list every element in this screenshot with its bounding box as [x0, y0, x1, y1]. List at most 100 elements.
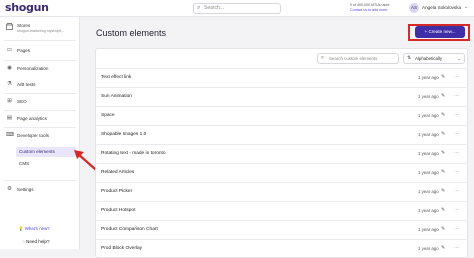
usage-info: 0 of 400,000 MTUs used Contact us to add…: [350, 3, 389, 13]
sidebar: Stores shogun-marketing.myshopif... ▭ Pa…: [0, 17, 80, 249]
need-help-button[interactable]: ◌ Need help?: [22, 239, 50, 244]
more-icon[interactable]: ⋯: [454, 93, 459, 99]
updated-date: 1 year ago: [418, 227, 439, 232]
more-icon[interactable]: ⋯: [454, 131, 459, 137]
sidebar-item-label: Settings: [17, 187, 34, 192]
divider: [4, 110, 76, 111]
whats-new-label: What's new?: [24, 226, 50, 231]
element-name[interactable]: Space: [101, 113, 115, 118]
updated-date: 1 year ago: [418, 170, 439, 175]
sidebar-item-ab-tests[interactable]: ⚗ A/B tests: [0, 80, 80, 90]
lightbulb-icon: 💡: [18, 226, 24, 231]
code-icon: ⌨: [6, 132, 14, 138]
search-icon: ⌕: [197, 5, 201, 11]
user-name[interactable]: Angela Sokolovska: [422, 5, 461, 10]
sidebar-item-label: Pages: [17, 48, 31, 53]
sidebar-item-label: Developer tools: [17, 133, 49, 138]
edit-icon[interactable]: ✎: [441, 150, 445, 156]
table-row[interactable]: Product Comparison Chart 1 year ago ✎ ⋯: [96, 220, 467, 239]
divider: [4, 60, 76, 61]
edit-icon[interactable]: ✎: [441, 207, 445, 213]
more-icon[interactable]: ⋯: [454, 226, 459, 232]
edit-icon[interactable]: ✎: [441, 131, 445, 137]
edit-icon[interactable]: ✎: [441, 245, 445, 251]
divider: [4, 93, 76, 94]
edit-icon[interactable]: ✎: [441, 93, 445, 99]
table-row[interactable]: Rotating text - made in toronto 1 year ag…: [96, 144, 467, 163]
updated-date: 1 year ago: [418, 208, 439, 213]
search-placeholder: Search custom elements: [329, 56, 378, 61]
global-search-input[interactable]: ⌕ Search...: [193, 3, 281, 14]
store-label[interactable]: Stores: [17, 23, 30, 28]
edit-icon[interactable]: ✎: [441, 188, 445, 194]
element-name[interactable]: Product Picker: [101, 189, 132, 194]
element-name[interactable]: Shopable Images 1.0: [101, 132, 146, 137]
table-row[interactable]: Product Picker 1 year ago ✎ ⋯: [96, 182, 467, 201]
more-icon[interactable]: ⋯: [454, 112, 459, 118]
sidebar-item-pages[interactable]: ▭ Pages: [0, 46, 80, 56]
sort-icon: ⇅: [407, 55, 412, 61]
analytics-icon: ▤: [6, 115, 13, 121]
element-name[interactable]: Text effect link: [101, 75, 131, 80]
element-name[interactable]: Product Hotspot: [101, 208, 135, 213]
top-bar: shogun ⌕ Search... 0 of 400,000 MTUs use…: [0, 0, 474, 17]
table-row[interactable]: Related Articles 1 year ago ✎ ⋯: [96, 163, 467, 182]
sort-select[interactable]: ⇅ Alphabetically ⌄: [403, 53, 465, 64]
element-name[interactable]: Rotating text - made in toronto: [101, 151, 166, 156]
sidebar-item-label: A/B tests: [17, 82, 36, 87]
element-name[interactable]: Product Comparison Chart: [101, 227, 158, 232]
contact-link[interactable]: Contact us to add more: [350, 8, 389, 13]
chevron-down-icon[interactable]: ⌄: [464, 4, 468, 10]
annotation-highlight-box: [408, 24, 470, 41]
edit-icon[interactable]: ✎: [441, 112, 445, 118]
store-name[interactable]: shogun-marketing.myshopif...: [17, 29, 64, 33]
search-icon: ⌕: [321, 55, 325, 61]
shogun-logo[interactable]: shogun: [5, 1, 49, 14]
sidebar-item-personalization[interactable]: ◉ Personalization: [0, 64, 80, 74]
table-row[interactable]: Sun Animation 1 year ago ✎ ⋯: [96, 87, 467, 106]
updated-date: 1 year ago: [418, 94, 439, 99]
seo-icon: ⊞: [7, 98, 12, 104]
table-row[interactable]: Shopable Images 1.0 1 year ago ✎ ⋯: [96, 125, 467, 144]
more-icon[interactable]: ⋯: [454, 150, 459, 156]
sort-label: Alphabetically: [415, 56, 443, 61]
sidebar-item-label: SEO: [17, 99, 27, 104]
more-icon[interactable]: ⋯: [454, 207, 459, 213]
edit-icon[interactable]: ✎: [441, 169, 445, 175]
element-name[interactable]: Sun Animation: [101, 94, 132, 99]
updated-date: 1 year ago: [418, 132, 439, 137]
updated-date: 1 year ago: [418, 75, 439, 80]
divider: [4, 127, 76, 128]
gear-icon: ⚙: [7, 186, 12, 192]
element-name[interactable]: Related Articles: [101, 170, 134, 175]
table-row[interactable]: Space 1 year ago ✎ ⋯: [96, 106, 467, 125]
sidebar-item-page-analytics[interactable]: ▤ Page analytics: [0, 114, 80, 124]
edit-icon[interactable]: ✎: [441, 74, 445, 80]
edit-icon[interactable]: ✎: [441, 226, 445, 232]
more-icon[interactable]: ⋯: [454, 169, 459, 175]
updated-date: 1 year ago: [418, 189, 439, 194]
whats-new-link[interactable]: 💡 What's new?: [18, 226, 50, 232]
custom-elements-table: ⌕ Search custom elements ⇅ Alphabeticall…: [95, 48, 468, 258]
avatar[interactable]: AS: [409, 3, 419, 13]
main-content: Custom elements + Create new... ⌕ Search…: [81, 17, 474, 258]
more-icon[interactable]: ⋯: [454, 245, 459, 251]
person-icon: ◉: [7, 65, 12, 71]
page-icon: ▭: [6, 47, 13, 53]
sidebar-item-seo[interactable]: ⊞ SEO: [0, 97, 80, 107]
chat-icon: ◌: [22, 239, 25, 244]
need-help-label: Need help?: [26, 239, 50, 244]
sidebar-item-label: Page analytics: [17, 116, 47, 121]
updated-date: 1 year ago: [418, 113, 439, 118]
table-row[interactable]: Text effect link 1 year ago ✎ ⋯: [96, 68, 467, 87]
more-icon[interactable]: ⋯: [454, 188, 459, 194]
divider: [4, 40, 76, 41]
table-row[interactable]: Product Hotspot 1 year ago ✎ ⋯: [96, 201, 467, 220]
sidebar-item-label: Personalization: [17, 66, 49, 71]
store-icon: [6, 23, 13, 30]
more-icon[interactable]: ⋯: [454, 74, 459, 80]
custom-elements-search-input[interactable]: ⌕ Search custom elements: [317, 53, 399, 64]
chevron-down-icon: ⌄: [457, 56, 461, 61]
ab-test-icon: ⚗: [7, 81, 12, 87]
page-title: Custom elements: [96, 28, 167, 38]
